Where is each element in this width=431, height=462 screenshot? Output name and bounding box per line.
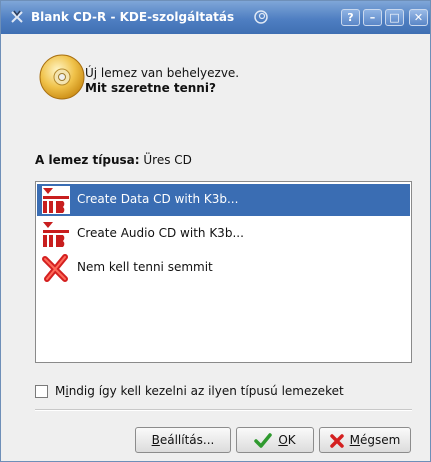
kde-app-icon[interactable]	[9, 9, 25, 25]
cancel-x-icon	[329, 433, 344, 448]
disc-type: A lemez típusa: Üres CD	[35, 153, 192, 167]
dialog-window: Blank CD-R - KDE-szolgáltatás ? – □ ✕ Új…	[0, 0, 431, 462]
window-title: Blank CD-R - KDE-szolgáltatás	[31, 10, 235, 24]
action-list[interactable]: Create Data CD with K3b... Create Audio …	[35, 181, 412, 363]
maximize-button[interactable]: □	[385, 9, 404, 26]
cd-icon	[39, 54, 85, 100]
remember-checkbox[interactable]	[35, 385, 48, 398]
list-item[interactable]: Nem kell tenni semmit	[37, 252, 410, 284]
action-label: Create Data CD with K3b...	[77, 192, 239, 206]
help-button[interactable]: ?	[341, 9, 360, 26]
question-text: Mit szeretne tenni?	[85, 81, 216, 95]
title-bar[interactable]: Blank CD-R - KDE-szolgáltatás ? – □ ✕	[1, 1, 430, 34]
list-item[interactable]: Create Audio CD with K3b...	[37, 218, 410, 250]
settings-button[interactable]: Beállítás...	[135, 427, 231, 453]
close-button[interactable]: ✕	[409, 9, 428, 26]
separator	[35, 409, 412, 411]
list-item[interactable]: Create Data CD with K3b...	[37, 184, 410, 216]
checkmark-icon	[254, 432, 273, 448]
action-label: Nem kell tenni semmit	[77, 260, 213, 274]
remember-label[interactable]: Mindig így kell kezelni az ilyen típusú …	[55, 384, 344, 398]
disc-type-value: Üres CD	[143, 153, 192, 167]
red-x-icon	[42, 254, 68, 282]
ok-button[interactable]: OK	[236, 427, 314, 453]
inserted-message: Új lemez van behelyezve.	[85, 66, 240, 80]
action-label: Create Audio CD with K3b...	[77, 226, 244, 240]
disc-type-label: A lemez típusa:	[35, 153, 140, 167]
swirl-icon	[254, 10, 268, 24]
header-text: Új lemez van behelyezve. Mit szeretne te…	[85, 66, 239, 96]
minimize-button[interactable]: –	[363, 9, 382, 26]
k3b-icon	[42, 220, 70, 248]
k3b-icon	[42, 186, 70, 214]
cancel-button[interactable]: Mégsem	[319, 427, 411, 453]
